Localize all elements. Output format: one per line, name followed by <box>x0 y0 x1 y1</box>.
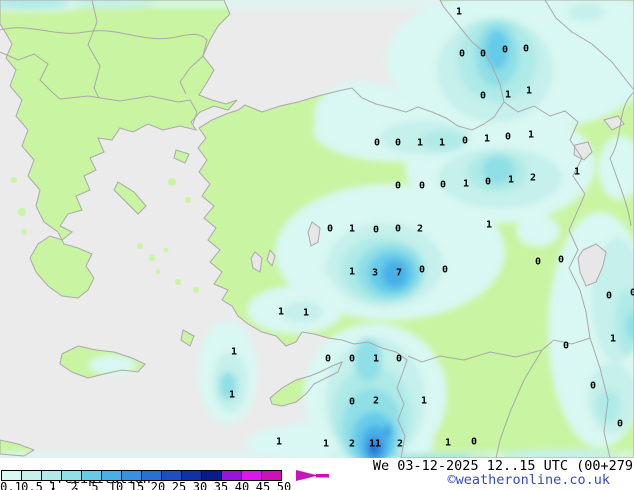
legend-tick: 45 <box>255 480 271 490</box>
grid-value: 0 <box>396 354 402 365</box>
grid-value: 1 <box>486 220 492 231</box>
legend-tick: 1 <box>49 480 57 490</box>
grid-value: 3 <box>372 268 378 279</box>
grid-value: 1 <box>417 138 423 149</box>
grid-value: 7 <box>396 268 402 279</box>
grid-value: 1 <box>463 179 469 190</box>
grid-value: 1 <box>526 86 532 97</box>
grid-value: 1 <box>610 334 616 345</box>
legend-tick: 40 <box>234 480 250 490</box>
grid-value: 1 <box>508 175 514 186</box>
grid-value: 0 <box>349 354 355 365</box>
grid-value: 2 <box>397 439 403 450</box>
map-area: 1000001100110101000101210100211370000110… <box>0 0 634 458</box>
grid-value: 0 <box>471 437 477 448</box>
legend-tick: 35 <box>213 480 229 490</box>
grid-value: 0 <box>440 180 446 191</box>
legend-tick: 25 <box>171 480 187 490</box>
grid-value: 0 <box>349 397 355 408</box>
grid-value: 0 <box>395 138 401 149</box>
grid-value: 1 <box>323 439 329 450</box>
grid-value: 1 <box>528 130 534 141</box>
grid-value: 1 <box>445 438 451 449</box>
grid-value: 1 <box>505 90 511 101</box>
copyright-link[interactable]: ©weatheronline.co.uk <box>447 472 610 488</box>
grid-value: 0 <box>327 224 333 235</box>
grid-value: 1 <box>484 134 490 145</box>
grid-value: 2 <box>349 439 355 450</box>
grid-value: 0 <box>462 136 468 147</box>
grid-value: 0 <box>480 49 486 60</box>
legend-tick: 0.5 <box>21 480 43 490</box>
grid-value: 0 <box>535 257 541 268</box>
grid-value: 0 <box>442 265 448 276</box>
grid-value: 1 <box>456 7 462 18</box>
weather-map-page: 1000001100110101000101210100211370000110… <box>0 0 634 490</box>
grid-value: 1 <box>439 138 445 149</box>
legend-tick: 0.1 <box>0 480 22 490</box>
legend-tick: 5 <box>91 480 99 490</box>
grid-value: 0 <box>395 224 401 235</box>
grid-value: 11 <box>369 439 381 450</box>
grid-value: 0 <box>558 255 564 266</box>
grid-value: 0 <box>374 138 380 149</box>
grid-value: 0 <box>480 91 486 102</box>
legend-tick: 20 <box>150 480 166 490</box>
grid-value: 0 <box>395 181 401 192</box>
grid-value: 1 <box>278 307 284 318</box>
grid-value: 0 <box>373 225 379 236</box>
grid-value: 0 <box>505 132 511 143</box>
grid-value: 1 <box>349 224 355 235</box>
grid-value: 0 <box>502 45 508 56</box>
grid-value: 0 <box>606 291 612 302</box>
grid-value: 1 <box>229 390 235 401</box>
grid-value: 2 <box>417 224 423 235</box>
grid-value: 1 <box>349 267 355 278</box>
grid-value: 0 <box>630 288 634 299</box>
grid-value: 0 <box>325 354 331 365</box>
grid-value: 1 <box>574 167 580 178</box>
grid-value: 1 <box>276 437 282 448</box>
grid-value: 2 <box>373 396 379 407</box>
legend-tick: 10 <box>108 480 124 490</box>
grid-value: 0 <box>590 381 596 392</box>
grid-value: 0 <box>419 181 425 192</box>
legend-tick: 50 <box>276 480 292 490</box>
grid-value: 0 <box>563 341 569 352</box>
precipitation-map: 10 0 0 00 1 10 0 1 1 0 1 0 10 0 0 1 0 1 210 1 0 0 2 11 3 7 0 00 01 10… <box>0 0 634 458</box>
grid-value: 0 <box>485 177 491 188</box>
grid-value: 2 <box>530 173 536 184</box>
legend-tick: 15 <box>129 480 145 490</box>
grid-value: 0 <box>459 49 465 60</box>
legend-strip: Precipitation [mm] GFS 0.25 0.10.5125101… <box>0 458 634 490</box>
legend-tick: 2 <box>70 480 78 490</box>
grid-value: 1 <box>231 347 237 358</box>
grid-value: 1 <box>421 396 427 407</box>
grid-value: 1 <box>303 308 309 319</box>
grid-value: 0 <box>419 265 425 276</box>
grid-value: 0 <box>523 44 529 55</box>
legend-tick: 30 <box>192 480 208 490</box>
grid-value: 0 <box>617 419 623 430</box>
grid-value: 1 <box>373 354 379 365</box>
